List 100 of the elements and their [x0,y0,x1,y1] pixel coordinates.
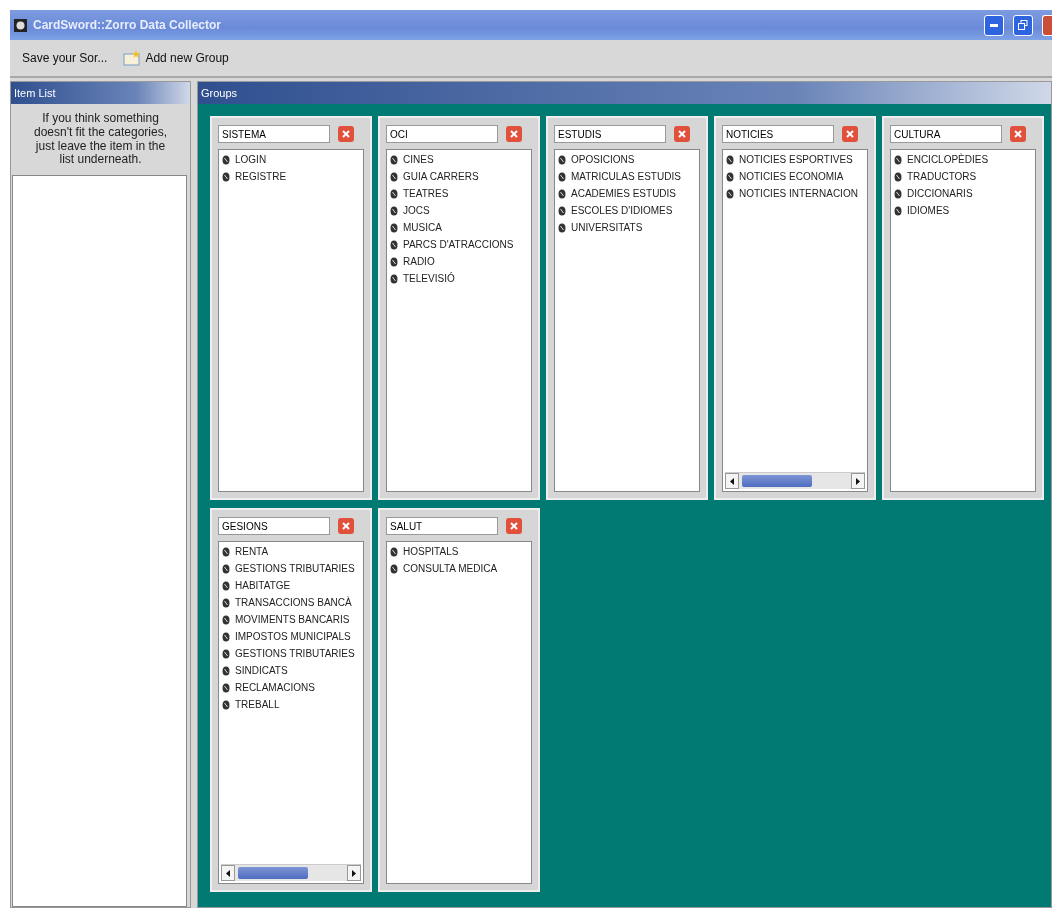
scroll-left-icon[interactable] [221,865,235,881]
item-bullet-icon [390,154,398,165]
item-bullet-icon [222,631,230,642]
item-bullet-icon [558,205,566,216]
item-bullet-icon [222,614,230,625]
item-bullet-icon [726,171,734,182]
folder-icon [123,50,142,66]
card-item[interactable]: IDIOMES [907,205,950,216]
item-bullet-icon [894,188,902,199]
item-bullet-icon [558,188,566,199]
item-bullet-icon [894,205,902,216]
close-icon[interactable] [506,126,522,142]
item-bullet-icon [558,154,566,165]
group-name-field[interactable]: ESTUDIS [554,125,666,143]
scroll-left-icon[interactable] [725,473,739,489]
card-item[interactable]: TEATRES [403,188,449,199]
close-icon[interactable] [842,126,858,142]
card-item[interactable]: CONSULTA MEDICA [403,563,498,574]
item-bullet-icon [222,597,230,608]
close-icon[interactable] [1010,126,1026,142]
item-bullet-icon [390,222,398,233]
card-item[interactable]: IMPOSTOS MUNICIPALS [235,631,351,642]
card-item[interactable]: ENCICLOPÈDIES [907,154,989,165]
item-bullet-icon [558,222,566,233]
horizontal-scrollbar[interactable] [221,864,361,881]
restore-button[interactable] [1013,14,1033,36]
card-item[interactable]: NOTICIES ECONOMIA [739,171,844,182]
item-bullet-icon [222,546,230,557]
item-bullet-icon [390,563,398,574]
horizontal-scrollbar[interactable] [725,472,865,489]
panel-title: Groups [198,82,1051,104]
close-icon[interactable] [674,126,690,142]
card-item[interactable]: DICCIONARIS [907,188,973,199]
window-title: CardSword::Zorro Data Collector [33,18,222,32]
card-item[interactable]: CINES [403,154,434,165]
scroll-right-icon[interactable] [851,473,865,489]
add-group-button[interactable]: Add new Group [121,48,231,68]
card-item[interactable]: GUIA CARRERS [403,171,479,182]
group-name-field[interactable]: SISTEMA [218,125,330,143]
card-item[interactable]: ESCOLES D'IDIOMES [571,205,673,216]
item-bullet-icon [390,256,398,267]
close-button[interactable] [1042,14,1052,36]
card-item[interactable]: UNIVERSITATS [571,222,643,233]
scroll-thumb[interactable] [238,867,308,879]
card-item[interactable]: TRANSACCIONS BANCÀ [235,597,352,608]
item-bullet-icon [222,563,230,574]
item-bullet-icon [390,171,398,182]
card-item[interactable]: GESTIONS TRIBUTARIES [235,648,355,659]
group-name-field[interactable]: NOTICIES [722,125,834,143]
item-bullet-icon [222,154,230,165]
group-name-field[interactable]: OCI [386,125,498,143]
item-bullet-icon [390,546,398,557]
card-item[interactable]: REGISTRE [235,171,287,182]
card-item[interactable]: NOTICIES INTERNACION [739,188,858,199]
item-bullet-icon [894,171,902,182]
card-item[interactable]: GESTIONS TRIBUTARIES [235,563,355,574]
card-item[interactable]: ACADEMIES ESTUDIS [571,188,677,199]
card-item[interactable]: MOVIMENTS BANCARIS [235,614,350,625]
card-item[interactable]: JOCS [403,205,430,216]
item-bullet-icon [558,171,566,182]
item-bullet-icon [390,205,398,216]
card-item[interactable]: RENTA [235,546,269,557]
item-bullet-icon [222,171,230,182]
close-icon[interactable] [506,518,522,534]
scroll-right-icon[interactable] [347,865,361,881]
close-icon[interactable] [338,126,354,142]
card-item[interactable]: MATRICULAS ESTUDIS [571,171,681,182]
card-item[interactable]: LOGIN [235,154,267,165]
item-bullet-icon [894,154,902,165]
restore-icon [1018,20,1028,30]
group-name-field[interactable]: GESIONS [218,517,330,535]
scroll-thumb[interactable] [742,475,812,487]
card-item[interactable]: RECLAMACIONS [235,682,315,693]
panel-title: Item List [11,82,190,104]
card-item[interactable]: PARCS D'ATRACCIONS [403,239,514,250]
item-bullet-icon [222,699,230,710]
item-bullet-icon [390,239,398,250]
card-item[interactable]: MUSICA [403,222,442,233]
item-bullet-icon [390,273,398,284]
group-name-field[interactable]: SALUT [386,517,498,535]
item-bullet-icon [222,665,230,676]
card-item[interactable]: TRADUCTORS [907,171,977,182]
app-icon [14,18,27,32]
card-item[interactable]: RADIO [403,256,435,267]
item-bullet-icon [726,154,734,165]
close-icon[interactable] [338,518,354,534]
card-item[interactable]: OPOSICIONS [571,154,635,165]
card-item[interactable]: TREBALL [235,699,280,710]
item-bullet-icon [390,188,398,199]
card-item[interactable]: HABITATGE [235,580,291,591]
card-item[interactable]: HOSPITALS [403,546,459,557]
item-bullet-icon [726,188,734,199]
hint-text: If you think something doesn't fit the categories, just leave the item in the list underneath. [32,110,168,169]
card-item[interactable]: SINDICATS [235,665,288,676]
minimize-button[interactable] [984,14,1004,36]
card-item[interactable]: NOTICIES ESPORTIVES [739,154,853,165]
card-item[interactable]: TELEVISIÓ [403,273,455,284]
group-name-field[interactable]: CULTURA [890,125,1002,143]
save-sort-button[interactable]: Save your Sor... [20,49,110,67]
minimize-icon [990,23,998,27]
